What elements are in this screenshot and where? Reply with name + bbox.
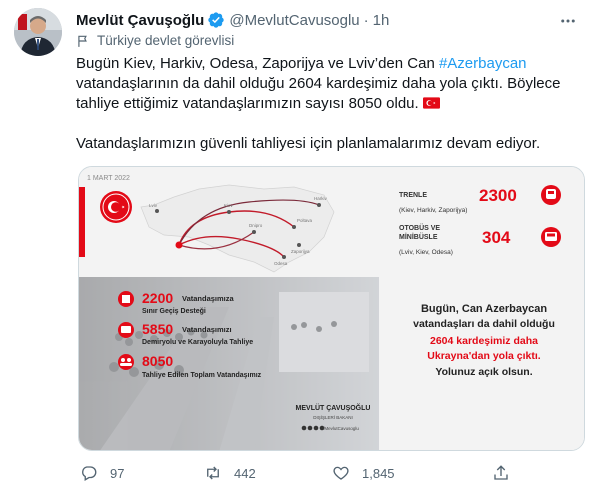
map-city-lviv: Lviv (149, 203, 158, 208)
tweet-header: Mevlüt Çavuşoğlu @MevlutCavusoglu · 1h (76, 10, 389, 30)
tweet-timestamp[interactable]: 1h (373, 12, 390, 29)
hashtag-link[interactable]: #Azerbaycan (439, 55, 527, 72)
like-button[interactable]: 1,845 (332, 460, 395, 486)
tweet-text-part-1: Bugün Kiev, Harkiv, Odesa, Zaporijya ve … (76, 55, 439, 72)
red-ribbon (79, 187, 85, 257)
tweet[interactable]: Mevlüt Çavuşoğlu @MevlutCavusoglu · 1h T… (0, 0, 589, 496)
author-avatar[interactable] (14, 8, 62, 56)
verified-badge-icon (208, 12, 225, 28)
stat1-sub: Sınır Geçiş Desteği (142, 308, 206, 315)
bus-label-line2: MİNİBÜSLE (399, 232, 438, 241)
map-city-zaporijya: Zaporijya (291, 249, 310, 254)
map-city-odesa: Odesa (274, 261, 288, 266)
tweet-text: Bugün Kiev, Harkiv, Odesa, Zaporijya ve … (76, 54, 581, 154)
bus-cities: (Lviv, Kiev, Odesa) (399, 249, 453, 256)
author-handle[interactable]: @MevlutCavusoglu (229, 12, 359, 29)
tweet-text-part-2: vatandaşlarının da dahil olduğu 2604 kar… (76, 75, 561, 112)
retweet-count: 442 (234, 465, 256, 481)
stat2-sub: Demiryolu ve Karayoluyla Tahliye (142, 339, 253, 346)
tweet-paragraph-2: Vatandaşlarımızın güvenli tahliyesi için… (76, 135, 541, 152)
people-icon (118, 354, 134, 370)
stat1-text: Vatandaşımıza (182, 294, 235, 303)
stat2-text: Vatandaşımızı (182, 325, 232, 334)
map-city-poltava: Poltava (297, 218, 313, 223)
message-line-4: Ukrayna'dan yola çıktı. (427, 350, 540, 362)
tweet-image[interactable]: 1 MART 2022 Lviv Kiev Harkiv Poltava Ode… (78, 166, 585, 451)
account-label[interactable]: Türkiye devlet görevlisi (76, 33, 234, 48)
reply-count: 97 (110, 465, 125, 481)
infographic-date: 1 MART 2022 (87, 175, 130, 182)
more-options-icon[interactable] (557, 10, 579, 32)
message-line-5: Yolunuz açık olsun. (435, 366, 532, 378)
stat1-value: 2200 (142, 290, 173, 306)
like-count: 1,845 (362, 465, 395, 481)
signature-name: MEVLÜT ÇAVUŞOĞLU (296, 403, 371, 412)
map-city-harkiv: Harkiv (314, 196, 328, 201)
stat3-sub: Tahliye Edilen Toplam Vatandaşımız (142, 372, 262, 379)
header-separator: · (363, 11, 369, 29)
turkey-flag-emoji-icon (422, 97, 440, 109)
reply-icon (82, 466, 97, 481)
account-label-text: Türkiye devlet görevlisi (97, 33, 235, 48)
train-cities: (Kiev, Harkiv, Zaporijya) (399, 207, 467, 214)
stat2-value: 5850 (142, 321, 173, 337)
signature-handle: /MevlutCavusoglu (323, 426, 359, 431)
tweet-paragraph-1: Bugün Kiev, Harkiv, Odesa, Zaporijya ve … (76, 54, 581, 114)
map-city-kiev: Kiev (224, 203, 234, 208)
retweet-icon (207, 466, 219, 480)
stat3-value: 8050 (142, 353, 173, 369)
government-flag-icon (78, 35, 87, 47)
message-line-1: Bugün, Can Azerbaycan (421, 303, 547, 315)
train-label: TRENLE (399, 192, 427, 199)
share-icon (494, 465, 508, 480)
bus-label-line1: OTOBÜS VE (399, 223, 440, 232)
train-value: 2300 (479, 186, 517, 205)
bus-value: 304 (482, 228, 511, 247)
ministry-seal-icon (100, 191, 132, 223)
heart-icon (333, 466, 349, 480)
author-name[interactable]: Mevlüt Çavuşoğlu (76, 12, 204, 29)
map-city-dnipro: Dnipro (249, 223, 263, 228)
signature-title: DIŞİŞLERİ BAKANI (313, 414, 353, 420)
share-button[interactable] (492, 460, 522, 486)
reply-button[interactable]: 97 (80, 460, 124, 486)
message-line-2: vatandaşları da dahil olduğu (413, 318, 555, 330)
message-line-3: 2604 kardeşimiz daha (430, 335, 538, 347)
tweet-actions: 97 442 1,845 (76, 460, 526, 486)
retweet-button[interactable]: 442 (204, 460, 256, 486)
